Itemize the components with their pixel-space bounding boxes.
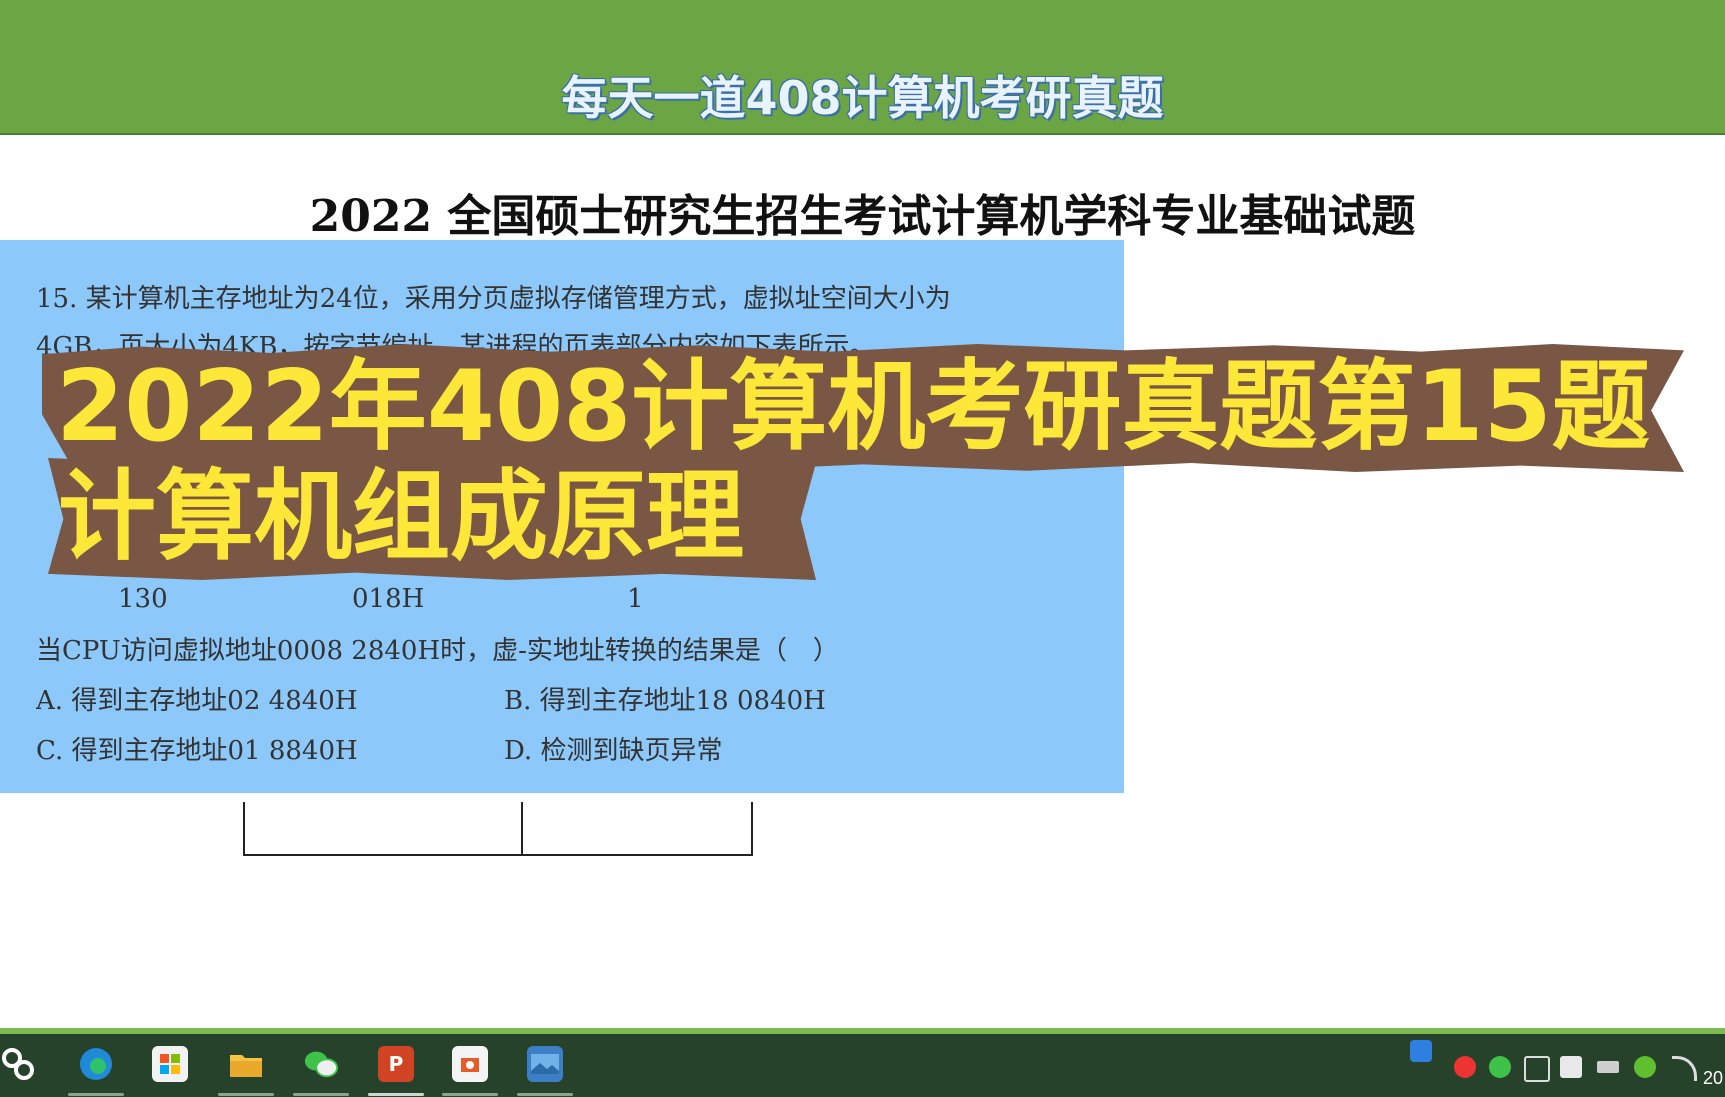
photos-running-indicator [517,1093,573,1096]
edge-running-indicator [68,1093,124,1096]
table-divider [521,802,523,854]
powerpoint-glyph: P [388,1052,404,1076]
powerpoint-active-indicator [368,1093,424,1096]
start-icon[interactable] [0,1046,36,1082]
file-explorer-icon[interactable] [228,1046,264,1082]
question-prompt: 当CPU访问虚拟地址0008 2840H时，虚-实地址转换的结果是（ ） [36,636,839,666]
option-d: D. 检测到缺页异常 [504,736,723,766]
store-icon[interactable] [152,1046,188,1082]
wechat-icon[interactable] [303,1046,339,1082]
battery-icon[interactable] [1597,1061,1619,1073]
app-running-indicator [442,1093,498,1096]
overlay-title-line-2: 计算机组成原理 [48,458,816,580]
table-valid-bit: 1 [627,584,644,614]
record-icon[interactable] [1454,1056,1476,1078]
question-line-1: 15. 某计算机主存地址为24位，采用分页虚拟存储管理方式，虚拟址空间大小为 [36,284,951,314]
option-c: C. 得到主存地址01 8840H [36,736,358,766]
plus-app-icon[interactable] [1634,1056,1656,1078]
explorer-running-indicator [218,1093,274,1096]
page-table [243,802,753,856]
clock[interactable]: 20 [1703,1068,1723,1089]
header-title: 每天一道408计算机考研真题 [561,71,1164,125]
volume-icon[interactable] [1524,1056,1550,1082]
qq-tray-icon[interactable] [1410,1040,1432,1062]
header-bar: 每天一道408计算机考研真题 [0,0,1725,135]
overlay-title-line-1: 2022年408计算机考研真题第15题 [42,344,1684,472]
option-b: B. 得到主存地址18 0840H [504,686,826,716]
photos-icon[interactable] [527,1046,563,1082]
powerpoint-icon[interactable]: P [378,1046,414,1082]
app-icon[interactable] [452,1046,488,1082]
table-frame-number: 018H [352,584,425,614]
wechat-tray-icon[interactable] [1489,1056,1511,1078]
exam-title: 2022 全国硕士研究生招生考试计算机学科专业基础试题 [309,191,1416,242]
edge-icon[interactable] [78,1046,114,1082]
table-page-number: 130 [118,584,168,614]
shield-icon[interactable] [1560,1056,1582,1078]
wechat-running-indicator [293,1093,349,1096]
option-a: A. 得到主存地址02 4840H [36,686,358,716]
